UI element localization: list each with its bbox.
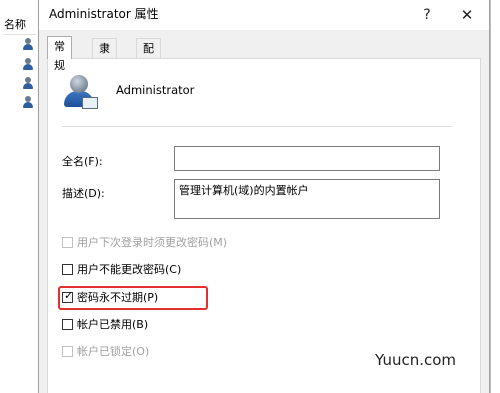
list-item[interactable]: [22, 38, 36, 52]
close-button[interactable]: ✕: [451, 3, 483, 27]
checkbox-box[interactable]: [62, 264, 73, 275]
user-account-icon: [64, 75, 98, 109]
list-item[interactable]: [22, 77, 36, 91]
checkmark-icon: ✓: [64, 289, 74, 302]
tab-general[interactable]: 常规: [47, 36, 72, 72]
help-button[interactable]: ?: [411, 3, 443, 27]
title-bar[interactable]: Administrator 属性 ? ✕: [39, 0, 489, 30]
description-label: 描述(D):: [62, 187, 105, 200]
background-window: 名称: [0, 0, 39, 393]
checkbox-label: 帐户已禁用(B): [77, 318, 149, 331]
checkbox-box[interactable]: ✓: [62, 289, 74, 303]
general-tab-panel: Administrator 全名(F): 描述(D): 管理计算机(域)的内置帐…: [47, 58, 481, 393]
checkbox-box[interactable]: [62, 346, 73, 357]
full-name-field[interactable]: [174, 146, 440, 171]
checkbox-box[interactable]: [62, 237, 73, 248]
user-icon: [22, 58, 34, 70]
divider: [62, 126, 452, 127]
user-icon: [22, 77, 34, 89]
description-field[interactable]: 管理计算机(域)的内置帐户: [174, 179, 440, 219]
tab-profile[interactable]: 配置文件: [136, 38, 161, 112]
checkbox-label: 密码永不过期(P): [77, 291, 159, 304]
user-name: Administrator: [116, 83, 195, 97]
properties-dialog: Administrator 属性 ? ✕ 常规 隶属于 配置文件 Adminis…: [38, 0, 490, 393]
user-icon: [22, 38, 34, 50]
dialog-title: Administrator 属性: [49, 7, 159, 21]
full-name-label: 全名(F):: [62, 155, 103, 168]
column-header-name[interactable]: 名称: [4, 16, 36, 35]
background-window-edge: [490, 0, 500, 393]
list-item[interactable]: [22, 58, 36, 72]
checkbox-label: 用户下次登录时须更改密码(M): [77, 236, 228, 249]
list-item[interactable]: [22, 96, 36, 110]
checkbox-box[interactable]: [62, 319, 73, 330]
watermark-text: Yuucn.com: [375, 351, 457, 369]
user-icon: [22, 96, 34, 108]
tab-member-of[interactable]: 隶属于: [92, 38, 117, 93]
checkbox-label: 帐户已锁定(O): [77, 345, 150, 358]
checkbox-label: 用户不能更改密码(C): [77, 263, 182, 276]
